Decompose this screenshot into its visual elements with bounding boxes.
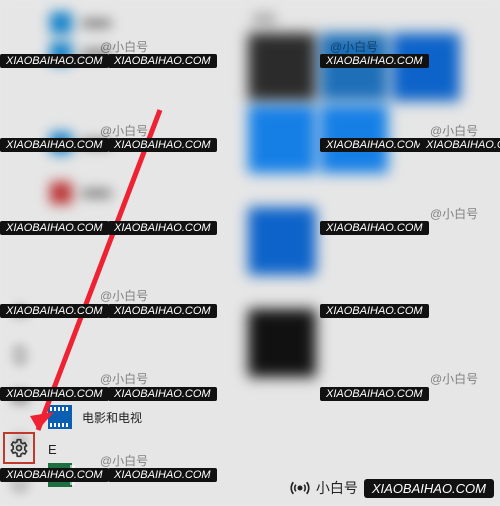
app-item-excel[interactable]: X Excel [48, 463, 111, 487]
excel-icon: X [48, 463, 72, 487]
app-item[interactable]: ■■■■ [44, 8, 240, 38]
tile[interactable] [320, 105, 388, 173]
tile-panel: 浏览 [244, 0, 500, 506]
tile[interactable] [248, 309, 316, 377]
movies-tv-icon [48, 405, 72, 429]
power-icon[interactable] [6, 470, 34, 498]
tile-section-title: 浏览 [248, 4, 496, 33]
app-label: 电影和电视 [82, 409, 142, 426]
tile[interactable] [248, 105, 316, 173]
documents-icon[interactable] [6, 341, 34, 369]
app-item[interactable]: ■■■■ [44, 38, 240, 68]
brand-text: 小白号 [316, 478, 358, 498]
start-sidebar [0, 0, 40, 506]
pictures-icon[interactable] [6, 384, 34, 412]
settings-icon[interactable] [3, 432, 35, 464]
brand-domain: XIAOBAIHAO.COM [364, 479, 494, 498]
app-item[interactable]: ■■■■ [44, 128, 240, 158]
tile[interactable] [248, 207, 316, 275]
app-label: Excel [82, 468, 111, 482]
tile[interactable] [320, 33, 388, 101]
tile[interactable] [248, 33, 316, 101]
app-item-movies-tv[interactable]: 电影和电视 [48, 405, 142, 429]
tile[interactable] [392, 33, 460, 101]
app-list[interactable]: ■■■■ ■■■■ ■■■■ ■■■■ [40, 0, 244, 506]
user-icon[interactable] [6, 298, 34, 326]
alpha-header-E[interactable]: E [48, 442, 57, 457]
app-item[interactable]: ■■■■ [44, 178, 240, 208]
broadcast-icon [290, 478, 310, 498]
brand-bar: 小白号 XIAOBAIHAO.COM [290, 478, 494, 498]
